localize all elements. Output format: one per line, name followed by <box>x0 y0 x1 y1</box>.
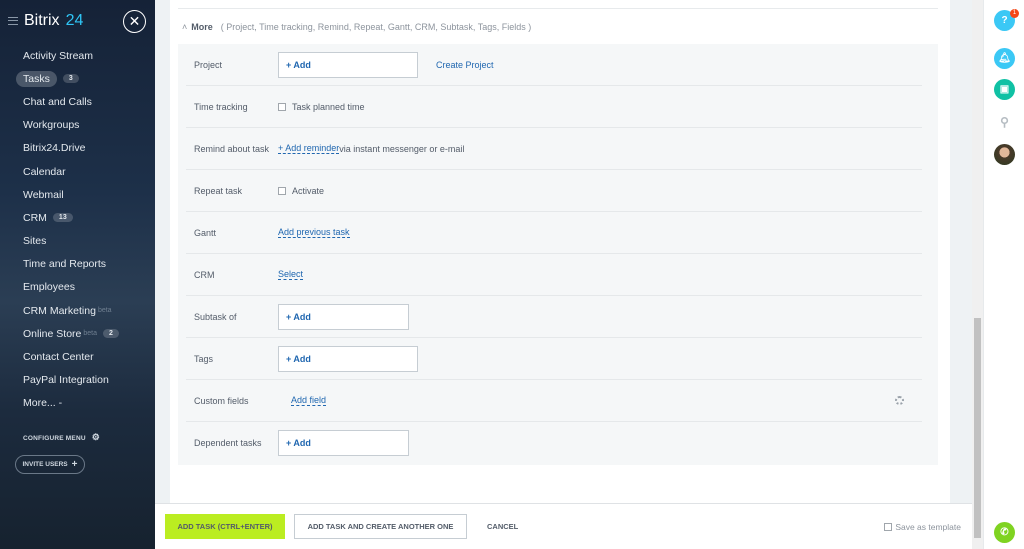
project-add[interactable]: + Add <box>278 51 418 78</box>
invite-users-button[interactable]: INVITE USERS + <box>15 455 85 474</box>
scrollbar-thumb[interactable] <box>974 318 981 538</box>
add-another-button[interactable]: ADD TASK AND CREATE ANOTHER ONE <box>294 514 467 539</box>
sidebar-item[interactable]: Contact Center <box>0 345 155 368</box>
sidebar-item[interactable]: PayPal Integration <box>0 369 155 392</box>
sidebar-item-label: Sites <box>23 235 47 248</box>
row-crm: CRM Select <box>186 254 922 296</box>
sidebar-item[interactable]: Bitrix24.Drive <box>0 137 155 160</box>
sidebar-item[interactable]: Webmail <box>0 183 155 206</box>
gear-icon[interactable] <box>895 396 904 405</box>
sidebar-menu: Activity Stream Tasks 3 Chat and Calls Workg… <box>0 44 155 415</box>
plus-icon: + <box>71 459 78 470</box>
row-remind: Remind about task + Add reminder via inst… <box>186 128 922 170</box>
menu-icon[interactable] <box>8 17 18 25</box>
sidebar-item-label: Chat and Calls <box>23 95 92 108</box>
add-previous-task-link[interactable]: Add previous task <box>278 227 350 238</box>
sidebar: Bitrix 24 ✕ Activity Stream Tasks 3 Chat and… <box>0 0 155 549</box>
beta-label: beta <box>83 330 97 338</box>
sidebar-item[interactable]: CRM Marketing beta <box>0 299 155 322</box>
tags-add[interactable]: + Add <box>278 345 418 372</box>
sidebar-item-label: Bitrix24.Drive <box>23 142 86 155</box>
crm-select-link[interactable]: Select <box>278 269 304 280</box>
bell-icon[interactable]: 🔔︎ <box>994 48 1015 69</box>
sidebar-item[interactable]: More... - <box>0 392 155 415</box>
row-gantt: Gantt Add previous task <box>186 212 922 254</box>
sidebar-item[interactable]: Online Store beta 2 <box>0 322 155 345</box>
beta-label: beta <box>97 307 112 315</box>
sidebar-item-label: Calendar <box>23 165 66 178</box>
sidebar-item[interactable]: Sites <box>0 230 155 253</box>
row-custom-fields: Custom fields Add field <box>186 380 922 422</box>
sidebar-item[interactable]: CRM 13 <box>0 206 155 229</box>
sidebar-item-label: Employees <box>23 281 75 294</box>
row-repeat: Repeat task Activate <box>186 170 922 212</box>
avatar[interactable] <box>994 144 1015 165</box>
sidebar-item[interactable]: Employees <box>0 276 155 299</box>
sidebar-item-label: Activity Stream <box>23 49 94 62</box>
counter-badge: 3 <box>62 74 79 84</box>
row-time-tracking: Time tracking Task planned time <box>186 86 922 128</box>
sidebar-item-label: CRM Marketing <box>23 304 96 317</box>
chevron-up-icon: ˄ <box>182 21 188 32</box>
footer: ADD TASK (CTRL+ENTER) ADD TASK AND CREAT… <box>155 503 972 549</box>
row-dependent: Dependent tasks + Add <box>186 422 922 464</box>
right-panel: ? 1 🔔︎ ▣ ⚲ ✆ <box>983 0 1024 549</box>
sidebar-item-label: PayPal Integration <box>23 374 109 387</box>
sidebar-item[interactable]: Activity Stream <box>0 44 155 67</box>
configure-menu[interactable]: CONFIGURE MENU ⚙ <box>23 432 100 443</box>
gear-icon: ⚙ <box>91 432 101 442</box>
sidebar-item-label: Contact Center <box>23 351 94 364</box>
add-task-button[interactable]: ADD TASK (CTRL+ENTER) <box>165 514 285 539</box>
more-section: Project + Add Create Project Time tracking… <box>178 44 938 465</box>
sidebar-item-label: Workgroups <box>23 119 80 132</box>
activate-repeat-checkbox[interactable] <box>278 186 286 195</box>
more-toggle[interactable]: ˄ More( Project, Time tracking, Remind, R… <box>178 8 938 44</box>
counter-badge: 13 <box>52 213 73 223</box>
scrollbar[interactable] <box>972 0 983 549</box>
sidebar-item-label: Time and Reports <box>23 258 107 271</box>
row-subtask: Subtask of + Add <box>186 296 922 338</box>
sidebar-item[interactable]: Tasks 3 <box>0 67 155 90</box>
sidebar-item[interactable]: Workgroups <box>0 114 155 137</box>
sidebar-item[interactable]: Chat and Calls <box>0 90 155 113</box>
sidebar-item-label: Online Store <box>23 327 82 340</box>
notification-badge: 1 <box>1010 9 1019 18</box>
add-reminder-link[interactable]: + Add reminder <box>278 143 340 154</box>
logo[interactable]: Bitrix 24 <box>8 12 83 30</box>
create-project-link[interactable]: Create Project <box>436 60 494 70</box>
sidebar-item-label: Tasks <box>16 70 57 87</box>
chat-icon[interactable]: ▣ <box>994 79 1015 100</box>
cancel-button[interactable]: CANCEL <box>487 514 518 539</box>
subtask-add[interactable]: + Add <box>278 303 409 330</box>
sidebar-item[interactable]: Time and Reports <box>0 253 155 276</box>
task-planned-time-checkbox[interactable] <box>278 102 286 111</box>
add-field-link[interactable]: Add field <box>291 395 327 406</box>
phone-icon[interactable]: ✆ <box>994 522 1015 543</box>
row-tags: Tags + Add <box>186 338 922 380</box>
sidebar-item-label: More... - <box>23 397 63 410</box>
row-project: Project + Add Create Project <box>186 44 922 86</box>
save-template-checkbox[interactable] <box>884 522 893 531</box>
close-icon[interactable]: ✕ <box>123 10 146 33</box>
counter-badge: 2 <box>103 329 119 339</box>
sidebar-item-label: CRM <box>23 211 47 224</box>
dependent-add[interactable]: + Add <box>278 430 409 456</box>
search-icon[interactable]: ⚲ <box>994 111 1015 132</box>
sidebar-item[interactable]: Calendar <box>0 160 155 183</box>
sidebar-item-label: Webmail <box>23 188 64 201</box>
task-form: ˄ More( Project, Time tracking, Remind, R… <box>170 0 950 503</box>
